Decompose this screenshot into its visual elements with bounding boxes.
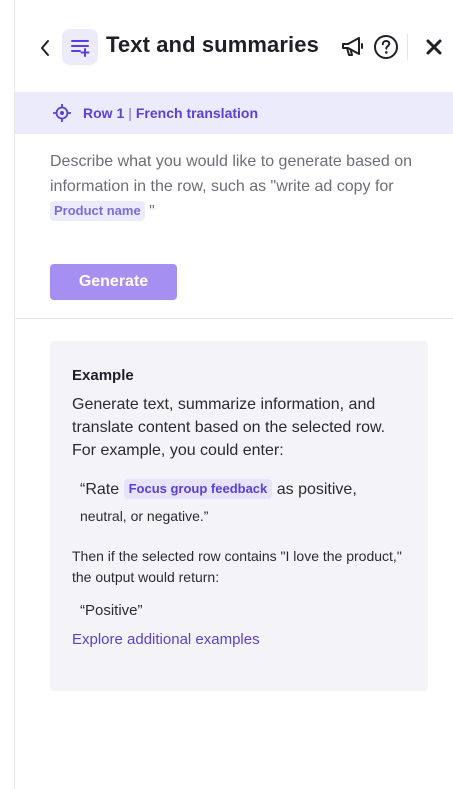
example-result-text: Then if the selected row contains "I lov… — [72, 548, 402, 585]
announcements-button[interactable] — [339, 33, 367, 61]
help-button[interactable] — [372, 33, 400, 61]
target-icon — [53, 104, 71, 122]
quote-middle: as positive, — [272, 481, 357, 498]
row-label: Row 1 — [83, 105, 125, 121]
back-button[interactable] — [35, 34, 55, 62]
quote-start: “Rate — [80, 481, 124, 498]
close-button[interactable] — [420, 33, 448, 61]
prompt-placeholder-end: " — [144, 203, 155, 220]
column-label: French translation — [135, 105, 259, 121]
prompt-input[interactable]: Describe what you would like to generate… — [50, 149, 420, 224]
example-prompt-quote: “Rate Focus group feedback as positive, … — [72, 476, 406, 530]
product-name-chip: Product name — [50, 201, 145, 221]
explore-examples-link[interactable]: Explore additional examples — [72, 631, 406, 648]
example-heading: Example — [72, 367, 134, 384]
example-description: Generate text, summarize information, an… — [72, 396, 386, 459]
focus-group-feedback-chip: Focus group feedback — [123, 479, 273, 499]
close-icon — [426, 39, 442, 55]
header-divider — [407, 34, 408, 60]
quote-end: neutral, or negative.” — [80, 508, 209, 524]
panel-header: Text and summaries — [15, 0, 453, 92]
generate-button[interactable]: Generate — [50, 264, 177, 300]
chevron-left-icon — [41, 40, 49, 56]
text-and-summaries-panel: Text and summaries Row 1 | French transl… — [14, 0, 453, 789]
text-lines-sparkle-icon — [62, 29, 98, 65]
example-output: “Positive” — [80, 602, 143, 619]
example-card: Example Generate text, summarize informa… — [50, 341, 428, 691]
page-title: Text and summaries — [106, 32, 319, 57]
prompt-placeholder-text: Describe what you would like to generate… — [50, 153, 412, 195]
help-circle-icon — [374, 35, 398, 59]
megaphone-icon — [342, 37, 363, 56]
row-context-bar: Row 1 | French translation — [15, 92, 453, 134]
context-separator: | — [128, 105, 132, 121]
section-divider — [15, 318, 453, 319]
